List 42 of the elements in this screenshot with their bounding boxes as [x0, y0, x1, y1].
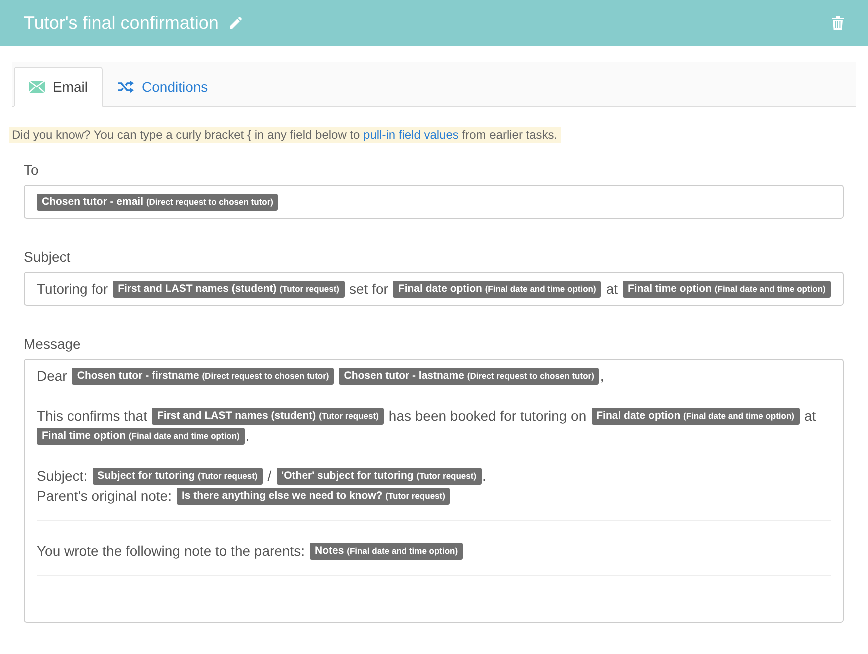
field-text: at	[804, 408, 816, 424]
field-token: Chosen tutor - lastname (Direct request to chosen tutor)	[339, 368, 600, 384]
field-label: Message	[24, 336, 82, 352]
tab[interactable]: Conditions	[103, 67, 224, 107]
field-token: First and LAST names (student) (Tutor request)	[113, 280, 344, 298]
pencil-icon[interactable]	[228, 16, 243, 30]
punctuation-text: ,	[600, 368, 604, 384]
field-text: Parent's original note:	[37, 488, 172, 504]
field-token: Final date option (Final date and time option)	[592, 408, 800, 424]
field-text: set for	[350, 281, 388, 297]
field-text: at	[606, 281, 618, 297]
field-label: To	[24, 162, 40, 178]
field-token: Chosen tutor - firstname (Direct request to chosen tutor)	[72, 368, 334, 384]
field-token: Chosen tutor - email (Direct request to chosen tutor)	[37, 194, 278, 210]
field-text: You wrote the following note to the parents:	[37, 543, 305, 559]
field-text: has been booked for tutoring on	[388, 408, 587, 424]
tab[interactable]: Email	[14, 67, 104, 107]
field-text: Tutoring for	[37, 281, 108, 297]
field-token: Final date option (Final date and time option)	[393, 280, 602, 298]
field-token: Notes (Final date and time option)	[310, 542, 464, 560]
field-label: Subject	[24, 249, 72, 265]
field-text: /	[268, 468, 272, 484]
punctuation-text: .	[246, 428, 250, 444]
hint-link[interactable]: pull-in field values	[364, 128, 459, 142]
field-token: Final time option (Final date and time option)	[623, 280, 831, 298]
input-field[interactable]: Tutoring for First and LAST names (student) (Tutor request) set for Final date option (Final date and time option) at Final time option (Final date and time option)	[24, 272, 844, 306]
trash-icon[interactable]	[832, 16, 844, 30]
field-text: Dear	[37, 368, 68, 384]
field-text: This confirms that	[37, 408, 148, 424]
shuffle-icon	[118, 81, 134, 93]
punctuation-text: .	[482, 468, 486, 484]
input-field[interactable]: Chosen tutor - email (Direct request to chosen tutor)	[24, 185, 844, 219]
envelope-icon	[29, 81, 45, 93]
field-token: First and LAST names (student) (Tutor request)	[152, 408, 384, 424]
field-text: Subject:	[37, 468, 88, 484]
message-field[interactable]	[24, 359, 844, 623]
field-token: Is there anything else we need to know? (Tutor request)	[176, 488, 450, 504]
field-token: Final time option (Final date and time option)	[37, 428, 245, 444]
page-title: Tutor's final confirmation	[24, 12, 219, 34]
hint-text: Did you know? You can type a curly bracket { in any field below to pull-in field values from earlier tasks.	[9, 127, 561, 143]
field-token: 'Other' subject for tutoring (Tutor request)	[276, 468, 482, 484]
field-token: Subject for tutoring (Tutor request)	[92, 468, 263, 484]
